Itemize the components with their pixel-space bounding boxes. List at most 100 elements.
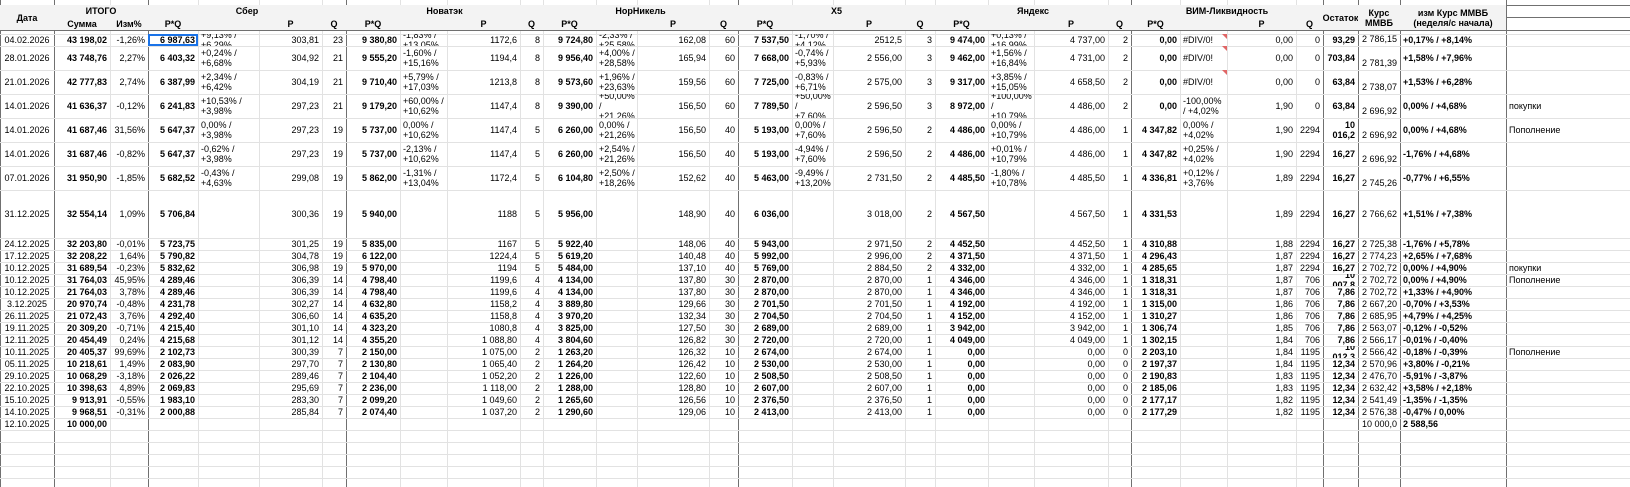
cell-sber-pq[interactable]: 2 102,73 [148,346,198,358]
header-vim-p[interactable]: P [1227,17,1296,30]
cell-date[interactable]: 15.10.2025 [0,394,54,406]
cell-sber-q[interactable]: 14 [322,274,346,286]
cell-novatek-pq[interactable]: 4 355,20 [346,334,400,346]
cell-x5-chg[interactable]: -0,83% / +6,71% [792,70,833,94]
cell-sber-pq[interactable]: 5 682,52 [148,166,198,190]
cell-note[interactable] [1506,34,1630,46]
cell-vim-q[interactable]: 2294 [1296,118,1323,142]
cell-nornickel-chg[interactable] [596,358,637,370]
cell-novatek-q[interactable]: 5 [520,166,543,190]
cell-novatek-chg[interactable]: -1,31% / +13,04% [400,166,447,190]
cell-sber-q[interactable]: 7 [322,406,346,418]
header-nornickel-p[interactable]: P [637,17,709,30]
cell-x5-p[interactable]: 2 701,50 [833,298,905,310]
cell-vim-pq[interactable]: 2 197,37 [1131,358,1180,370]
cell-x5-p[interactable]: 2 596,50 [833,118,905,142]
cell-x5-pq[interactable]: 7 668,00 [738,46,792,70]
cell-novatek-q[interactable]: 5 [520,190,543,238]
cell-novatek-p[interactable]: 1 118,00 [447,382,520,394]
cell-sber-q[interactable]: 21 [322,94,346,118]
cell-kurs[interactable]: 2 566,42 [1358,346,1400,358]
cell-izm-kurs[interactable]: 0,00% / +4,68% [1400,94,1506,118]
cell-vim-q[interactable]: 0 [1296,94,1323,118]
cell-sber-p[interactable]: 304,78 [259,250,322,262]
cell-yandex-pq[interactable]: 0,00 [935,358,988,370]
cell-vim-chg[interactable]: #DIV/0! [1180,34,1227,46]
cell-vim-chg[interactable]: #DIV/0! [1180,70,1227,94]
cell-itogo-chg[interactable]: -0,12% [110,94,148,118]
cell-x5-pq[interactable]: 2 530,00 [738,358,792,370]
cell-x5-p[interactable]: 2 556,00 [833,46,905,70]
cell-yandex-q[interactable]: 1 [1108,298,1131,310]
cell-itogo-chg[interactable]: 0,24% [110,334,148,346]
cell-itogo-sum[interactable]: 43 748,76 [54,46,110,70]
cell-nornickel-chg[interactable] [596,262,637,274]
cell-novatek-chg[interactable] [400,274,447,286]
cell-sber-chg[interactable]: +2,34% / +6,42% [198,70,259,94]
cell-novatek-pq[interactable]: 9 380,80 [346,34,400,46]
cell-sber-pq[interactable]: 4 289,46 [148,286,198,298]
cell-itogo-sum[interactable]: 10 068,29 [54,370,110,382]
cell-x5-p[interactable]: 2 596,50 [833,142,905,166]
cell-x5-p[interactable]: 2 508,50 [833,370,905,382]
cell-yandex-pq[interactable]: 9 474,00 [935,34,988,46]
cell-sber-chg[interactable] [198,322,259,334]
header-novatek-pq[interactable]: P*Q [346,17,400,30]
header-group-yandex[interactable]: Яндекс [935,5,1131,17]
header-group-sber[interactable]: Сбер [148,5,346,17]
cell-note[interactable] [1506,286,1630,298]
cell-vim-chg[interactable] [1180,286,1227,298]
cell-yandex-q[interactable]: 0 [1108,382,1131,394]
cell-novatek-chg[interactable]: 0,00% / +10,62% [400,118,447,142]
cell-nornickel-q[interactable]: 30 [709,274,738,286]
cell-yandex-q[interactable]: 1 [1108,274,1131,286]
cell-vim-pq[interactable]: 4 347,82 [1131,142,1180,166]
cell-nornickel-q[interactable]: 60 [709,94,738,118]
cell-x5-chg[interactable] [792,334,833,346]
cell-itogo-chg[interactable]: -1,85% [110,166,148,190]
cell-izm-kurs[interactable]: -1,76% / +5,78% [1400,238,1506,250]
cell-sber-pq[interactable]: 5 832,62 [148,262,198,274]
cell-ostatok[interactable]: 7,86 [1323,322,1358,334]
cell-yandex-q[interactable]: 2 [1108,70,1131,94]
cell-x5-chg[interactable] [792,406,833,418]
cell-yandex-pq[interactable]: 4 346,00 [935,286,988,298]
cell-kurs[interactable]: 2 566,17 [1358,334,1400,346]
cell-nornickel-p[interactable]: 162,08 [637,34,709,46]
cell-x5-q[interactable]: 3 [905,70,935,94]
cell-note[interactable]: покупки [1506,262,1630,274]
cell-yandex-pq[interactable]: 0,00 [935,346,988,358]
cell-nornickel-chg[interactable]: 0,00% / +21,26% [596,118,637,142]
cell-novatek-q[interactable]: 8 [520,94,543,118]
cell-nornickel-p[interactable]: 137,10 [637,262,709,274]
cell-yandex-q[interactable]: 0 [1108,370,1131,382]
cell-vim-pq[interactable]: 0,00 [1131,34,1180,46]
cell-date[interactable]: 17.12.2025 [0,250,54,262]
header-x5-p[interactable]: P [833,17,905,30]
cell-itogo-sum[interactable]: 32 203,80 [54,238,110,250]
cell-note[interactable] [1506,358,1630,370]
cell-x5-q[interactable]: 3 [905,34,935,46]
cell-nornickel-q[interactable]: 10 [709,346,738,358]
cell-nornickel-q[interactable]: 40 [709,166,738,190]
cell-x5-p[interactable]: 2 731,50 [833,166,905,190]
cell-novatek-p[interactable]: 1147,4 [447,94,520,118]
cell-novatek-chg[interactable] [400,382,447,394]
cell-sber-chg[interactable] [198,418,259,430]
cell-ostatok[interactable]: 10 012,3 [1323,346,1358,358]
header-ostatok[interactable]: Остаток [1323,5,1358,30]
cell-date[interactable]: 14.10.2025 [0,406,54,418]
cell-vim-chg[interactable] [1180,190,1227,238]
cell-nornickel-chg[interactable] [596,190,637,238]
cell-sber-p[interactable]: 283,30 [259,394,322,406]
cell-itogo-sum[interactable]: 20 454,49 [54,334,110,346]
cell-novatek-q[interactable]: 2 [520,382,543,394]
cell-novatek-chg[interactable] [400,262,447,274]
cell-ostatok[interactable]: 7,86 [1323,334,1358,346]
cell-nornickel-p[interactable]: 126,42 [637,358,709,370]
cell-nornickel-chg[interactable] [596,382,637,394]
cell-itogo-sum[interactable]: 10 000,00 [54,418,110,430]
cell-x5-q[interactable]: 3 [905,46,935,70]
cell-yandex-p[interactable]: 4 452,50 [1034,238,1108,250]
cell-x5-q[interactable]: 3 [905,94,935,118]
